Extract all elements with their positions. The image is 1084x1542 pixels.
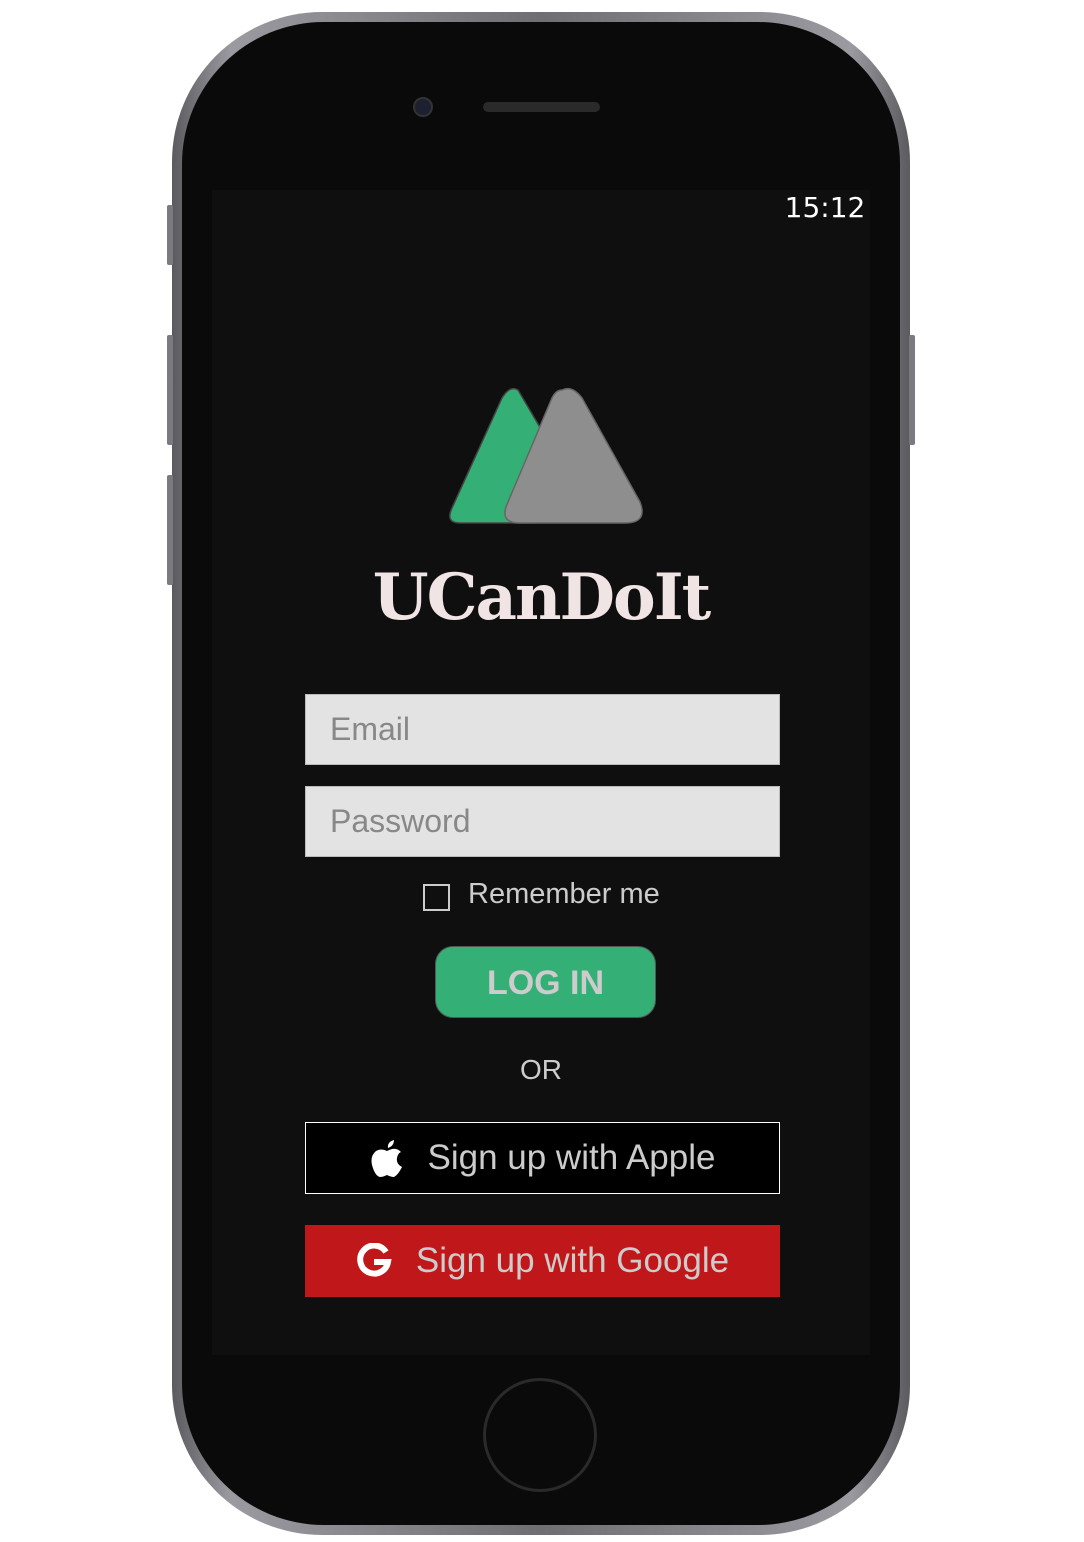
remember-label[interactable]: Remember me	[468, 878, 660, 911]
google-signup-button[interactable]: Sign up with Google	[305, 1225, 780, 1297]
remember-checkbox[interactable]	[423, 884, 450, 911]
speaker	[483, 102, 600, 112]
camera-icon	[413, 97, 433, 117]
volume-down-button	[167, 475, 173, 585]
apple-signup-button[interactable]: Sign up with Apple	[305, 1122, 780, 1194]
password-input[interactable]: Password	[305, 786, 780, 857]
app-name: UCanDoIt	[372, 560, 711, 635]
google-signup-label: Sign up with Google	[415, 1241, 730, 1280]
status-time: 15:12	[784, 191, 866, 224]
mute-switch	[167, 205, 173, 265]
or-divider: OR	[520, 1054, 562, 1085]
login-button[interactable]: LOG IN	[435, 946, 656, 1018]
apple-icon	[371, 1140, 402, 1177]
apple-signup-label: Sign up with Apple	[427, 1138, 716, 1177]
email-input[interactable]: Email	[305, 694, 780, 765]
home-button[interactable]	[483, 1378, 597, 1492]
google-icon	[357, 1243, 392, 1277]
power-button	[909, 335, 915, 445]
app-logo	[449, 387, 643, 524]
volume-up-button	[167, 335, 173, 445]
